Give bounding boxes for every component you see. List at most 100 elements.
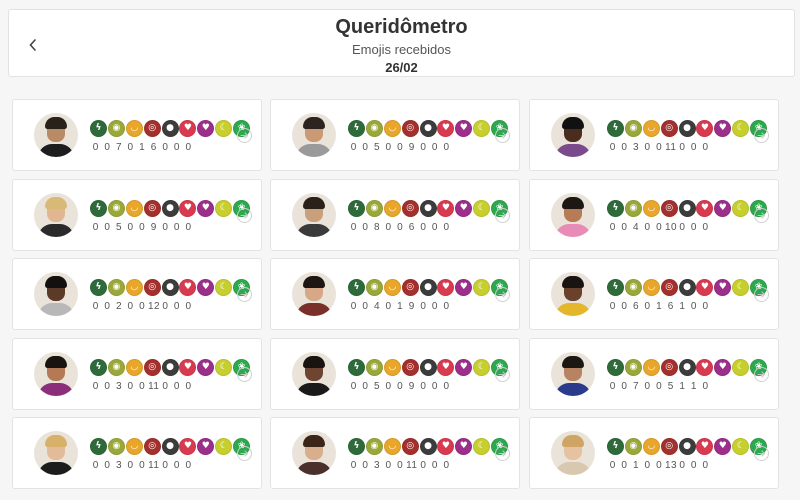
emoji-row: ϟ ◉ ◡ ◎ ● ♥ ♥ ☾ ❀: [348, 120, 509, 138]
participant-card[interactable]: ϟ ◉ ◡ ◎ ● ♥ ♥ ☾ ❀ 0 0 5 0 0 9 0 0 0: [12, 179, 262, 251]
details-arrow-icon[interactable]: [495, 367, 510, 382]
smiley-icon: ◡: [642, 120, 660, 137]
heart-icon: ♥: [179, 120, 197, 137]
details-arrow-icon[interactable]: [754, 128, 769, 143]
emoji-count: 6: [408, 222, 415, 233]
emoji-count: 0: [644, 142, 651, 153]
emoji-count: 0: [350, 142, 357, 153]
participant-card[interactable]: ϟ ◉ ◡ ◎ ● ♥ ♥ ☾ ❀ 0 0 2 0 0 12 0 0 0: [12, 258, 262, 330]
broken-heart-icon: ♥: [455, 279, 473, 296]
bullseye-icon: ◎: [401, 200, 419, 217]
emoji-count: 0: [690, 460, 697, 471]
banana-icon: ☾: [215, 200, 233, 217]
heart-icon: ♥: [437, 359, 455, 376]
avatar: [34, 352, 78, 396]
emoji-count: 0: [350, 301, 357, 312]
details-arrow-icon[interactable]: [237, 367, 252, 382]
broken-heart-icon: ♥: [714, 279, 732, 296]
participant-card[interactable]: ϟ ◉ ◡ ◎ ● ♥ ♥ ☾ ❀ 0 0 5 0 0 9 0 0 0: [270, 99, 520, 171]
broken-heart-icon: ♥: [455, 200, 473, 217]
details-arrow-icon[interactable]: [754, 367, 769, 382]
details-arrow-icon[interactable]: [495, 446, 510, 461]
participant-card[interactable]: ϟ ◉ ◡ ◎ ● ♥ ♥ ☾ ❀ 0 0 3 0 0 11 0 0 0: [270, 417, 520, 489]
vomit-icon: ◉: [624, 438, 642, 455]
broken-heart-icon: ♥: [455, 438, 473, 455]
participant-card[interactable]: ϟ ◉ ◡ ◎ ● ♥ ♥ ☾ ❀ 0 0 1 0 0 13 0 0 0: [529, 417, 779, 489]
heart-icon: ♥: [696, 359, 714, 376]
avatar: [292, 352, 336, 396]
emoji-row: ϟ ◉ ◡ ◎ ● ♥ ♥ ☾ ❀: [348, 200, 509, 218]
details-arrow-icon[interactable]: [754, 287, 769, 302]
emoji-count: 0: [702, 142, 709, 153]
details-arrow-icon[interactable]: [754, 446, 769, 461]
participant-card[interactable]: ϟ ◉ ◡ ◎ ● ♥ ♥ ☾ ❀ 0 0 3 0 0 11 0 0 0: [12, 417, 262, 489]
emoji-count: 0: [702, 460, 709, 471]
vomit-icon: ◉: [107, 438, 125, 455]
emoji-row: ϟ ◉ ◡ ◎ ● ♥ ♥ ☾ ❀: [348, 359, 509, 377]
emoji-count: 0: [127, 142, 134, 153]
participant-card[interactable]: ϟ ◉ ◡ ◎ ● ♥ ♥ ☾ ❀ 0 0 7 0 1 6 0 0 0: [12, 99, 262, 171]
smiley-icon: ◡: [125, 120, 143, 137]
emoji-count: 1: [679, 301, 686, 312]
participant-card[interactable]: ϟ ◉ ◡ ◎ ● ♥ ♥ ☾ ❀ 0 0 3 0 0 11 0 0 0: [529, 99, 779, 171]
participant-card[interactable]: ϟ ◉ ◡ ◎ ● ♥ ♥ ☾ ❀ 0 0 8 0 0 6 0 0 0: [270, 179, 520, 251]
details-arrow-icon[interactable]: [495, 287, 510, 302]
page-date: 26/02: [385, 60, 418, 75]
emoji-count: 0: [104, 142, 111, 153]
emoji-count: 0: [185, 301, 192, 312]
vomit-icon: ◉: [624, 120, 642, 137]
emoji-count: 0: [350, 460, 357, 471]
participant-card[interactable]: ϟ ◉ ◡ ◎ ● ♥ ♥ ☾ ❀ 0 0 7 0 0 5 1 1 0: [529, 338, 779, 410]
emoji-count: 0: [385, 460, 392, 471]
heart-icon: ♥: [696, 279, 714, 296]
emoji-row: ϟ ◉ ◡ ◎ ● ♥ ♥ ☾ ❀: [90, 359, 251, 377]
bullseye-icon: ◎: [660, 438, 678, 455]
details-arrow-icon[interactable]: [237, 128, 252, 143]
details-arrow-icon[interactable]: [237, 446, 252, 461]
snake-icon: ϟ: [348, 279, 365, 296]
emoji-row: ϟ ◉ ◡ ◎ ● ♥ ♥ ☾ ❀: [607, 120, 768, 138]
details-arrow-icon[interactable]: [237, 208, 252, 223]
emoji-count: 10: [664, 222, 678, 233]
bomb-icon: ●: [678, 359, 696, 376]
emoji-count: 5: [115, 222, 123, 233]
emoji-count: 0: [385, 142, 392, 153]
emoji-count: 0: [443, 142, 450, 153]
emoji-count: 0: [644, 460, 651, 471]
details-arrow-icon[interactable]: [237, 287, 252, 302]
bullseye-icon: ◎: [143, 279, 161, 296]
heart-icon: ♥: [437, 279, 455, 296]
emoji-count: 0: [656, 460, 663, 471]
emoji-count: 0: [431, 301, 438, 312]
emoji-count: 0: [362, 301, 369, 312]
emoji-count: 0: [431, 142, 438, 153]
emoji-count: 0: [173, 142, 180, 153]
participant-card[interactable]: ϟ ◉ ◡ ◎ ● ♥ ♥ ☾ ❀ 0 0 4 0 1 9 0 0 0: [270, 258, 520, 330]
emoji-count: 0: [609, 222, 616, 233]
emoji-row: ϟ ◉ ◡ ◎ ● ♥ ♥ ☾ ❀: [607, 279, 768, 297]
emoji-count: 0: [679, 142, 686, 153]
details-arrow-icon[interactable]: [754, 208, 769, 223]
broken-heart-icon: ♥: [197, 438, 215, 455]
emoji-count: 3: [632, 142, 640, 153]
emoji-count: 0: [92, 301, 99, 312]
participant-card[interactable]: ϟ ◉ ◡ ◎ ● ♥ ♥ ☾ ❀ 0 0 6 0 1 6 1 0 0: [529, 258, 779, 330]
broken-heart-icon: ♥: [714, 438, 732, 455]
heart-icon: ♥: [696, 200, 714, 217]
emoji-count: 0: [104, 222, 111, 233]
emoji-count: 0: [350, 222, 357, 233]
participant-card[interactable]: ϟ ◉ ◡ ◎ ● ♥ ♥ ☾ ❀ 0 0 5 0 0 9 0 0 0: [270, 338, 520, 410]
participant-card[interactable]: ϟ ◉ ◡ ◎ ● ♥ ♥ ☾ ❀ 0 0 4 0 0 10 0 0 0: [529, 179, 779, 251]
details-arrow-icon[interactable]: [495, 128, 510, 143]
broken-heart-icon: ♥: [197, 279, 215, 296]
details-arrow-icon[interactable]: [495, 208, 510, 223]
participant-card[interactable]: ϟ ◉ ◡ ◎ ● ♥ ♥ ☾ ❀ 0 0 3 0 0 11 0 0 0: [12, 338, 262, 410]
emoji-count: 0: [397, 381, 404, 392]
vomit-icon: ◉: [624, 359, 642, 376]
emoji-count: 0: [185, 222, 192, 233]
vomit-icon: ◉: [624, 279, 642, 296]
emoji-count: 0: [173, 460, 180, 471]
emoji-count: 3: [115, 381, 123, 392]
emoji-count: 0: [702, 381, 709, 392]
emoji-count: 7: [115, 142, 123, 153]
